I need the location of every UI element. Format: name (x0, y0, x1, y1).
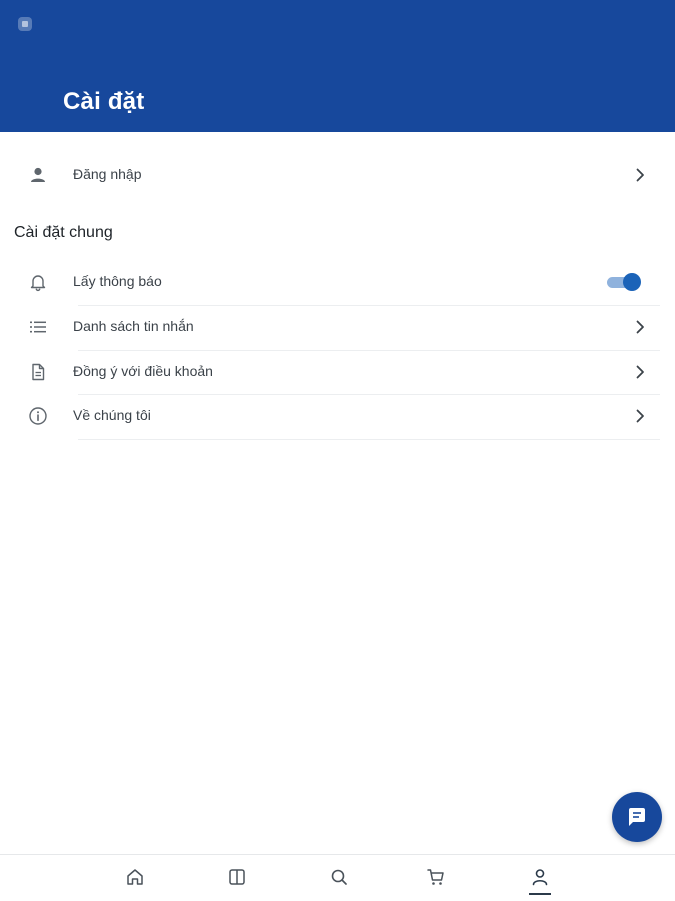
notifications-label: Lấy thông báo (73, 273, 162, 289)
settings-item-message-list[interactable]: Danh sách tin nhắn (0, 305, 675, 349)
chevron-right-icon (636, 320, 644, 334)
settings-item-about[interactable]: Về chúng tôi (0, 394, 675, 438)
nav-home[interactable] (123, 865, 147, 889)
profile-icon (532, 869, 548, 886)
terms-label: Đồng ý với điều khoản (73, 363, 213, 379)
list-icon (27, 316, 49, 338)
notifications-toggle[interactable] (607, 272, 641, 292)
nav-library[interactable] (225, 865, 249, 889)
chevron-right-icon (636, 409, 644, 423)
home-icon (127, 869, 143, 885)
nav-cart[interactable] (424, 865, 448, 889)
chevron-right-icon (636, 168, 644, 182)
document-icon (27, 361, 49, 383)
nav-search[interactable] (327, 865, 351, 889)
nav-active-indicator (529, 893, 551, 895)
settings-item-terms[interactable]: Đồng ý với điều khoản (0, 350, 675, 394)
about-label: Về chúng tôi (73, 407, 151, 423)
chevron-right-icon (636, 365, 644, 379)
message-list-label: Danh sách tin nhắn (73, 318, 194, 334)
toggle-thumb (623, 273, 641, 291)
settings-item-notifications[interactable]: Lấy thông báo (0, 260, 675, 304)
search-icon (331, 869, 347, 885)
chat-icon (629, 808, 645, 826)
login-row[interactable]: Đăng nhập (0, 153, 675, 197)
divider (78, 439, 660, 440)
nav-profile[interactable] (528, 865, 552, 889)
book-icon (229, 869, 245, 885)
info-icon (27, 405, 49, 427)
app-header: Cài đặt (0, 0, 675, 132)
status-indicator-icon (18, 17, 32, 31)
page-title: Cài đặt (63, 88, 145, 115)
cart-icon (427, 869, 444, 885)
person-icon (27, 164, 49, 186)
chat-fab-button[interactable] (612, 792, 662, 842)
login-label: Đăng nhập (73, 166, 142, 182)
section-title-general: Cài đặt chung (14, 224, 113, 241)
bell-icon (27, 271, 49, 293)
bottom-navigation (0, 854, 675, 901)
